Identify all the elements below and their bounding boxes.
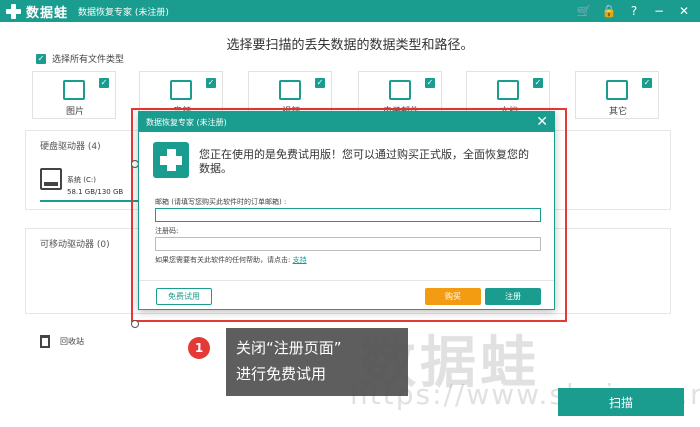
dialog-title: 数据恢复专家 (未注册) (146, 118, 227, 127)
step-badge: 1 (188, 337, 210, 359)
app-logo-icon (153, 142, 189, 178)
close-icon[interactable]: ✕ (676, 3, 692, 19)
registration-dialog: 数据恢复专家 (未注册) ✕ 您正在使用的是免费试用版！您可以通过购买正式版，全… (138, 111, 555, 310)
free-trial-button[interactable]: 免费试用 (156, 288, 212, 305)
trash-icon (40, 335, 50, 348)
file-type-label: 图片 (65, 107, 84, 117)
instruction-callout: 关闭“注册页面” 进行免费试用 (226, 328, 408, 396)
removable-drives-title: 可移动驱动器 (0) (40, 240, 110, 250)
minimize-icon[interactable]: − (651, 3, 667, 19)
checkbox-checked-icon[interactable]: ✓ (315, 78, 325, 88)
file-type-label: 其它 (608, 107, 627, 117)
image-icon (63, 80, 85, 100)
file-type-images[interactable]: ✓ 图片 (32, 71, 116, 119)
logo-text: 数据蛙 (26, 5, 69, 21)
checkbox-checked-icon[interactable]: ✓ (642, 78, 652, 88)
help-icon[interactable]: ? (626, 3, 642, 19)
title-bar: 数据蛙 数据恢复专家 (未注册) 🛒 🔒 ? − ✕ (0, 0, 700, 22)
scan-prompt: 选择要扫描的丢失数据的数据类型和路径。 (226, 38, 474, 53)
drive-size: 58.1 GB/130 GB (67, 188, 124, 196)
instruction-line-1: 关闭“注册页面” (236, 339, 342, 357)
resize-handle (131, 320, 139, 328)
scan-button[interactable]: 扫描 (558, 388, 684, 416)
mail-icon (389, 80, 411, 100)
email-label: 邮箱 (请填写您购买此软件时的订单邮箱) : (155, 198, 287, 206)
hard-drive-icon (40, 168, 62, 190)
code-label: 注册码: (155, 227, 179, 235)
lock-icon[interactable]: 🔒 (601, 3, 617, 19)
close-icon[interactable]: ✕ (536, 113, 548, 131)
buy-button[interactable]: 购买 (425, 288, 481, 305)
recycle-bin-label: 回收站 (60, 337, 84, 346)
registration-code-field[interactable] (155, 237, 541, 251)
other-icon (606, 80, 628, 100)
trial-message: 您正在使用的是免费试用版！您可以通过购买正式版，全面恢复您的数据。 (199, 148, 529, 175)
register-button[interactable]: 注册 (485, 288, 541, 305)
select-all-label: 选择所有文件类型 (52, 55, 125, 65)
dialog-header: 数据恢复专家 (未注册) ✕ (139, 112, 554, 132)
checkbox-checked-icon[interactable]: ✓ (425, 78, 435, 88)
drive-usage-bar (40, 200, 140, 202)
app-logo: 数据蛙 (6, 2, 68, 21)
app-title: 数据恢复专家 (未注册) (78, 7, 169, 18)
document-icon (497, 80, 519, 100)
support-link[interactable]: 支持 (293, 256, 307, 264)
logo-cross-icon (6, 3, 21, 19)
checkbox-checked-icon[interactable]: ✓ (206, 78, 216, 88)
select-all-checkbox[interactable]: ✓ 选择所有文件类型 (36, 52, 124, 65)
checkbox-checked-icon: ✓ (36, 53, 46, 64)
checkbox-checked-icon[interactable]: ✓ (99, 78, 109, 88)
dialog-divider (139, 280, 554, 281)
email-field[interactable] (155, 208, 541, 222)
drive-name: 系统 (C:) (67, 176, 96, 184)
file-type-other[interactable]: ✓ 其它 (575, 71, 659, 119)
music-icon (170, 80, 192, 100)
checkbox-checked-icon[interactable]: ✓ (533, 78, 543, 88)
video-icon (279, 80, 301, 100)
cart-icon[interactable]: 🛒 (576, 3, 592, 19)
hard-drives-title: 硬盘驱动器 (4) (40, 142, 101, 152)
help-text-row: 如果您需要有关此软件的任何帮助，请点击: 支持 (155, 255, 307, 265)
help-text: 如果您需要有关此软件的任何帮助，请点击: (155, 256, 291, 264)
recycle-bin[interactable]: 回收站 (40, 335, 84, 348)
instruction-line-2: 进行免费试用 (236, 365, 327, 383)
